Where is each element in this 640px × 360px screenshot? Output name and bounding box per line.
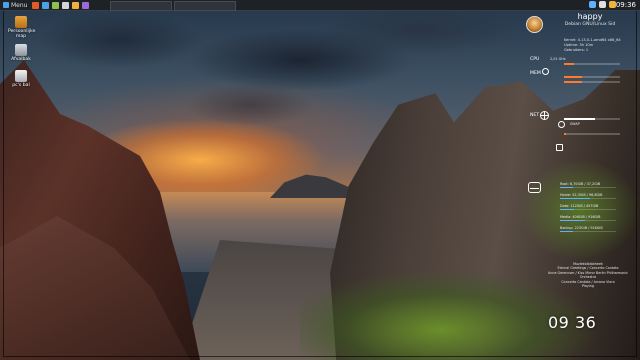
- mem-history-fill: [564, 81, 582, 83]
- desktop-icon-home[interactable]: Persoonlijke map: [8, 16, 36, 39]
- filesystem-bar: [560, 186, 616, 188]
- mem-usage-fill: [564, 76, 582, 78]
- processes-icon: [556, 144, 563, 151]
- filesystem-fill: [560, 208, 574, 210]
- swap-gear-icon: [558, 121, 565, 128]
- mem-label: MEM: [530, 71, 541, 76]
- system-info: Kernel: 4.13.0-1-amd64 x86_64 Uptime: 3h…: [564, 38, 634, 53]
- desktop-icon-label: Persoonlijke map: [8, 29, 36, 39]
- disk-icon: [528, 182, 541, 193]
- media-launcher-icon[interactable]: [82, 1, 90, 9]
- taskbar-window-button[interactable]: [110, 1, 172, 11]
- network-globe-icon: [540, 111, 549, 120]
- desktop-icon-label: pc's bal: [12, 83, 30, 88]
- desktop-clock: 09 36: [548, 313, 597, 332]
- taskbar-window-button[interactable]: [174, 1, 236, 11]
- filesystem-row: Home: 52,3GiB / 96,8GiB: [560, 193, 616, 199]
- trash-icon: [15, 44, 27, 56]
- system-tray: [589, 1, 616, 8]
- home-folder-icon: [15, 16, 27, 28]
- swap-usage-fill: [564, 133, 567, 135]
- mem-usage-bar: [564, 76, 620, 78]
- swap-usage-bar: [564, 133, 620, 135]
- menu-label: Menu: [11, 1, 28, 9]
- net-label: NET: [530, 113, 540, 118]
- filesystem-row: Root: 8,70GiB / 37,2GiB: [560, 182, 616, 188]
- computer-icon: [15, 70, 27, 82]
- music-line: Anne Gerencser / Kiss Mirror Berlin Phil…: [548, 270, 628, 280]
- system-monitor-widget: happy Debian GNU/Linux Sid Kernel: 4.13.…: [520, 10, 638, 302]
- quick-launchers: [32, 1, 90, 9]
- music-player-info: Muziekbibliotheek Eternal Greetings / Co…: [540, 262, 636, 288]
- os-name: Debian GNU/Linux Sid: [564, 22, 616, 27]
- filesystem-row: Data: 112GiB / 457GiB: [560, 204, 616, 210]
- terminal-launcher-icon[interactable]: [52, 1, 60, 9]
- cpu-frequency: 2,01 GHz: [550, 57, 566, 61]
- hostname: happy: [577, 12, 603, 21]
- files-launcher-icon[interactable]: [42, 1, 50, 9]
- filesystem-fill: [560, 230, 574, 232]
- cpu-label: CPU: [530, 57, 540, 62]
- desktop-icon-trash[interactable]: Afvalbak: [8, 44, 34, 62]
- users-info: Gebruikers: 1: [564, 48, 589, 52]
- filesystem-bar: [560, 208, 616, 210]
- filesystem-bar: [560, 230, 616, 232]
- network-tray-icon[interactable]: [589, 1, 596, 8]
- filesystem-row: Media: 406GiB / 916GiB: [560, 215, 616, 221]
- cpu-usage-bar: [564, 63, 620, 65]
- application-menu-button[interactable]: Menu: [0, 0, 30, 10]
- music-line: Playing: [582, 284, 594, 289]
- filesystem-fill: [560, 186, 573, 188]
- mem-history-bar: [564, 81, 620, 83]
- filesystem-bar: [560, 219, 616, 221]
- cpu-usage-fill: [564, 63, 575, 65]
- desktop-icon-label: Afvalbak: [11, 57, 31, 62]
- net-usage-fill: [564, 118, 595, 120]
- browser-launcher-icon[interactable]: [32, 1, 40, 9]
- memory-gear-icon: [542, 68, 549, 75]
- avatar: [526, 16, 543, 33]
- filesystem-fill: [560, 197, 591, 199]
- filesystem-fill: [560, 219, 585, 221]
- filesystem-row: Backup: 223GiB / 916GiB: [560, 226, 616, 232]
- menu-icon: [3, 2, 9, 8]
- net-usage-bar: [564, 118, 620, 120]
- filesystem-bar: [560, 197, 616, 199]
- swap-label: SWAP: [570, 122, 580, 126]
- panel-clock[interactable]: 09:36: [616, 0, 636, 10]
- volume-tray-icon[interactable]: [599, 1, 606, 8]
- desktop-icon-computer[interactable]: pc's bal: [8, 70, 34, 88]
- settings-launcher-icon[interactable]: [62, 1, 70, 9]
- mail-launcher-icon[interactable]: [72, 1, 80, 9]
